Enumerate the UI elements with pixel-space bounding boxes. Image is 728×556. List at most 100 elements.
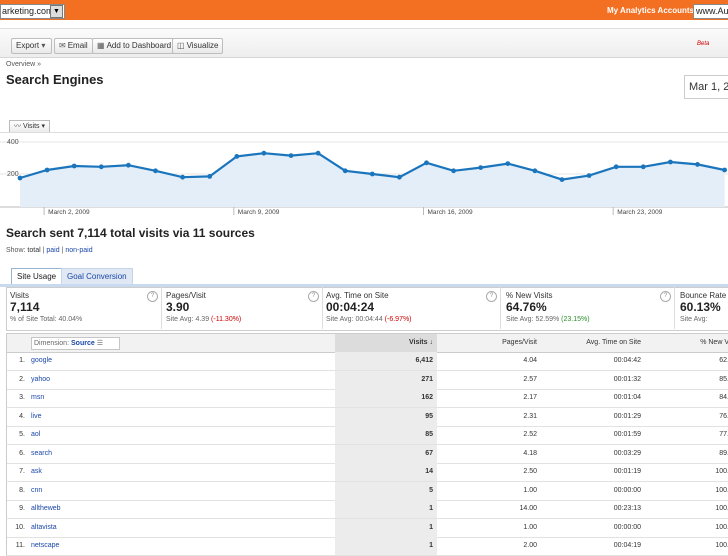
row-index: 2. xyxy=(19,375,25,383)
visualize-label: Visualize xyxy=(186,41,219,50)
visits-data-point xyxy=(586,173,592,178)
scorecard-sub-delta: (-11.30%) xyxy=(211,316,242,323)
scorecard-value: 3.90 xyxy=(166,300,190,314)
source-link[interactable]: live xyxy=(31,408,42,426)
visits-area-fill xyxy=(20,153,725,207)
column-header-avg-time[interactable]: Avg. Time on Site xyxy=(543,334,641,352)
visits-data-point xyxy=(451,168,456,174)
visits-data-point xyxy=(288,153,294,158)
visualize-button[interactable]: ◫ Visualize xyxy=(172,38,224,54)
help-icon[interactable]: ? xyxy=(486,291,497,302)
row-index: 3. xyxy=(19,394,25,401)
dimension-selector[interactable]: Dimension: Source ☰ xyxy=(31,337,120,350)
dimension-label: Dimension: xyxy=(34,340,70,347)
scorecard-label: Pages/Visit xyxy=(166,291,206,300)
scorecard: Avg. Time on Site 00:04:24 Site Avg: 00:04… xyxy=(322,287,501,329)
visits-data-point xyxy=(234,154,240,159)
x-tick-label: March 23, 2009 xyxy=(617,209,663,216)
source-link[interactable]: google xyxy=(31,352,52,370)
chevron-down-icon[interactable]: ▼ xyxy=(50,5,63,18)
new-visits-cell: 100. xyxy=(715,505,728,512)
visits-cell: 14 xyxy=(425,468,433,475)
pages-visit-cell: 2.17 xyxy=(523,394,537,401)
show-filter: Show: total | paid | non-paid xyxy=(6,247,93,254)
visits-data-point xyxy=(424,160,429,166)
visits-data-point xyxy=(397,174,402,180)
table-row: 2. yahoo 271 2.57 00:01:32 85. xyxy=(6,370,728,390)
date-range-picker[interactable]: Mar 1, 2 xyxy=(684,75,728,99)
chevron-down-icon: ▾ xyxy=(41,123,46,130)
line-chart-icon: 〰 xyxy=(14,123,21,130)
source-link[interactable]: msn xyxy=(31,389,44,407)
show-total[interactable]: total xyxy=(27,247,40,254)
tab-site-usage[interactable]: Site Usage xyxy=(11,268,63,285)
scorecard-value: 60.13% xyxy=(680,300,721,314)
export-button[interactable]: Export ▾ xyxy=(11,38,53,54)
x-tick-label: March 2, 2009 xyxy=(48,209,90,216)
x-tick-label: March 9, 2009 xyxy=(238,209,280,216)
visits-data-point xyxy=(505,161,511,166)
scorecard-sub-value: 4.39 xyxy=(195,316,210,323)
column-header-visits[interactable]: Visits ↓ xyxy=(335,334,437,352)
source-link[interactable]: search xyxy=(31,445,52,463)
new-visits-cell: 100. xyxy=(715,523,728,531)
scorecard-site-avg: Site Avg: xyxy=(680,316,708,323)
avg-time-cell: 00:04:19 xyxy=(613,542,641,549)
summary-heading: Search sent 7,114 total visits via 11 so… xyxy=(6,226,255,240)
column-header-pages-visit[interactable]: Pages/Visit xyxy=(437,334,537,352)
source-link[interactable]: alltheweb xyxy=(31,500,61,518)
column-header-new-visits[interactable]: % New V xyxy=(647,334,728,352)
metric-label: Visits xyxy=(22,123,40,130)
show-paid-link[interactable]: paid xyxy=(46,247,59,254)
new-visits-cell: 89. xyxy=(719,449,728,457)
visits-cell: 67 xyxy=(425,449,433,457)
accounts-selector[interactable]: www.Au xyxy=(693,4,728,19)
source-link[interactable]: ask xyxy=(31,463,42,481)
avg-time-cell: 00:04:42 xyxy=(613,357,641,364)
visits-data-point xyxy=(44,167,50,173)
breadcrumb[interactable]: Overview » xyxy=(6,61,41,68)
source-link[interactable]: cnn xyxy=(31,482,42,500)
source-link[interactable]: altavista xyxy=(31,519,57,537)
visits-data-point xyxy=(369,171,375,177)
scorecard-sub-prefix: Site Avg: xyxy=(166,316,194,323)
scorecard-label: Bounce Rate xyxy=(680,291,727,300)
pages-visit-cell: 1.00 xyxy=(523,523,537,531)
help-icon[interactable]: ? xyxy=(147,291,158,302)
help-icon[interactable]: ? xyxy=(660,291,671,302)
visits-data-point xyxy=(559,177,565,182)
row-index: 1. xyxy=(19,357,25,364)
export-label: Export xyxy=(16,41,40,50)
y-tick-label: 400 xyxy=(7,139,19,146)
email-button[interactable]: ✉ Email xyxy=(54,38,93,54)
show-nonpaid-link[interactable]: non-paid xyxy=(65,247,92,254)
scorecard-sub-value: 40.04% xyxy=(58,316,83,323)
scorecard-value: 64.76% xyxy=(506,300,547,314)
source-link[interactable]: yahoo xyxy=(31,371,50,389)
scorecard-site-avg: % of Site Total: 40.04% xyxy=(10,316,82,323)
tab-goal-conversion[interactable]: Goal Conversion xyxy=(61,268,133,285)
dashboard-icon: ▦ xyxy=(97,41,105,50)
source-link[interactable]: netscape xyxy=(31,537,59,555)
visits-data-point xyxy=(532,168,538,174)
visits-data-point xyxy=(71,163,77,169)
table-row: 8. cnn 5 1.00 00:00:00 100. xyxy=(6,481,728,501)
visits-data-point xyxy=(315,150,321,156)
visits-data-point xyxy=(342,168,348,174)
table-row: 7. ask 14 2.50 00:01:19 100. xyxy=(6,463,728,482)
new-visits-cell: 76. xyxy=(719,412,728,420)
avg-time-cell: 00:00:00 xyxy=(613,486,641,494)
pages-visit-cell: 2.50 xyxy=(523,468,537,475)
scorecard: Pages/Visit 3.90 Site Avg: 4.39 (-11.30%)? xyxy=(162,287,323,329)
add-to-dashboard-button[interactable]: ▦ Add to Dashboard xyxy=(92,38,177,54)
new-visits-cell: 84. xyxy=(719,394,728,401)
source-link[interactable]: aol xyxy=(31,426,40,444)
help-icon[interactable]: ? xyxy=(308,291,319,302)
pages-visit-cell: 2.31 xyxy=(523,412,537,420)
add-dashboard-label: Add to Dashboard xyxy=(106,41,172,50)
visits-data-point xyxy=(668,159,673,165)
avg-time-cell: 00:01:29 xyxy=(613,412,641,420)
avg-time-cell: 00:01:19 xyxy=(613,468,641,475)
visits-cell: 1 xyxy=(429,523,433,531)
mail-icon: ✉ xyxy=(59,41,66,50)
